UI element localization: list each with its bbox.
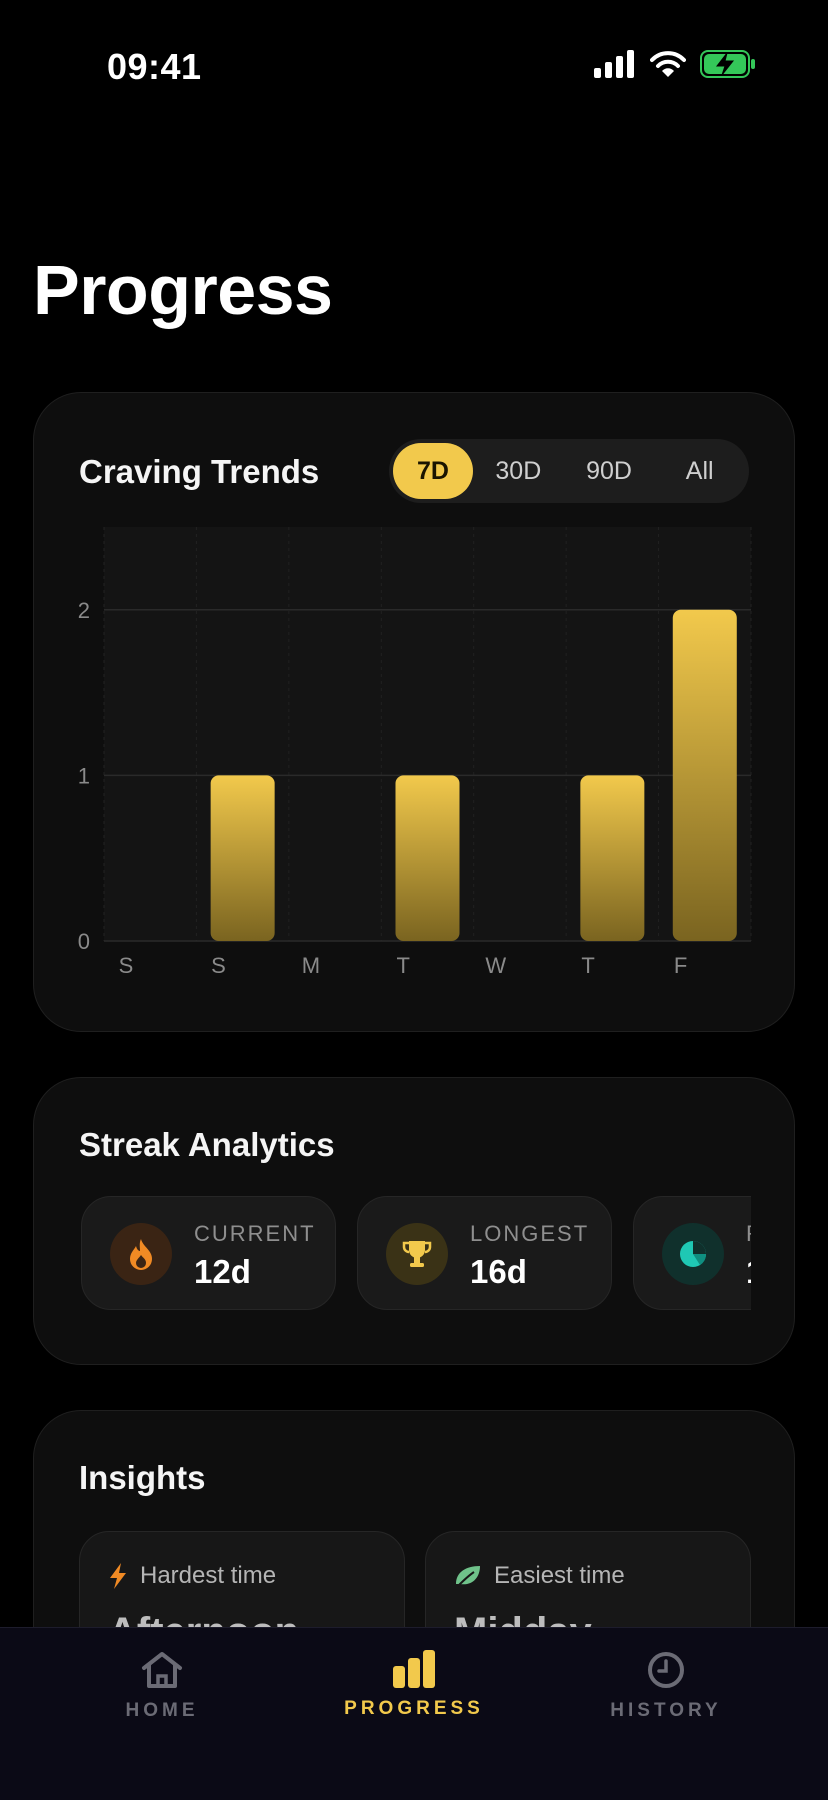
- third-streak-value: 1: [746, 1253, 751, 1291]
- longest-streak-stat: LONGEST 16d: [357, 1196, 612, 1310]
- status-bar: 09:41: [0, 0, 828, 134]
- wifi-icon: [650, 51, 686, 77]
- x-tick-label: S: [211, 953, 226, 978]
- craving-trends-chart: 0 1 2 S S M T W T F: [78, 527, 752, 978]
- flame-icon: [110, 1223, 172, 1285]
- y-tick-label: 0: [78, 929, 90, 954]
- status-icons: [594, 50, 756, 78]
- tab-history-label: HISTORY: [610, 1700, 722, 1721]
- x-tick-label: T: [397, 953, 410, 978]
- streak-analytics-title: Streak Analytics: [79, 1126, 335, 1163]
- chart-bar: [395, 775, 460, 941]
- current-streak-stat: CURRENT 12d: [81, 1196, 336, 1310]
- x-tick-label: F: [674, 953, 687, 978]
- range-30d[interactable]: 30D: [473, 443, 564, 499]
- third-streak-stat: R 1: [633, 1196, 751, 1310]
- hardest-time-label: Hardest time: [140, 1562, 277, 1589]
- tab-bar: HOME PROGRESS HISTORY: [0, 1627, 828, 1800]
- bar-chart-icon: [393, 1650, 435, 1688]
- x-tick-label: W: [485, 953, 506, 978]
- x-tick-label: T: [581, 953, 594, 978]
- x-tick-label: S: [119, 953, 134, 978]
- range-7d[interactable]: 7D: [393, 443, 473, 499]
- tab-home[interactable]: HOME: [62, 1650, 262, 1722]
- current-streak-value: 12d: [194, 1253, 251, 1290]
- y-tick-label: 1: [78, 763, 90, 788]
- chart-bar: [672, 609, 737, 941]
- signal-icon: [594, 50, 634, 78]
- pie-chart-icon: [662, 1223, 724, 1285]
- current-streak-label: CURRENT: [194, 1221, 316, 1246]
- tab-progress-label: PROGRESS: [344, 1698, 484, 1719]
- y-tick-label: 2: [78, 598, 90, 623]
- stat-strip[interactable]: CURRENT 12d LONGEST 16d R 1: [79, 1196, 751, 1316]
- insights-title: Insights: [79, 1459, 206, 1496]
- chart-bar: [210, 775, 275, 941]
- battery-charging-icon: [700, 50, 755, 78]
- craving-trends-card: Craving Trends 7D 30D 90D All 0 1 2 S S M T W T F: [33, 392, 795, 1032]
- leaf-icon: [456, 1566, 480, 1587]
- craving-trends-title: Craving Trends: [79, 453, 320, 490]
- range-selector: 7D 30D 90D All: [389, 439, 749, 503]
- x-tick-label: M: [302, 953, 320, 978]
- status-time: 09:41: [107, 46, 202, 87]
- range-90d[interactable]: 90D: [564, 443, 655, 499]
- easiest-time-label: Easiest time: [494, 1562, 625, 1589]
- longest-streak-label: LONGEST: [470, 1221, 590, 1246]
- clock-icon: [648, 1652, 684, 1688]
- page-title: Progress: [33, 251, 333, 329]
- tab-home-label: HOME: [125, 1700, 199, 1721]
- streak-analytics-card: Streak Analytics CURRENT 12d LONGEST 16d…: [33, 1077, 795, 1365]
- longest-streak-value: 16d: [470, 1253, 527, 1290]
- tab-progress[interactable]: PROGRESS: [314, 1650, 514, 1720]
- trophy-icon: [386, 1223, 448, 1285]
- home-icon: [142, 1652, 182, 1688]
- tab-history[interactable]: HISTORY: [566, 1650, 766, 1722]
- third-streak-label: R: [746, 1221, 751, 1247]
- lightning-icon: [110, 1563, 126, 1589]
- chart-bar: [580, 775, 645, 941]
- range-all[interactable]: All: [654, 443, 745, 499]
